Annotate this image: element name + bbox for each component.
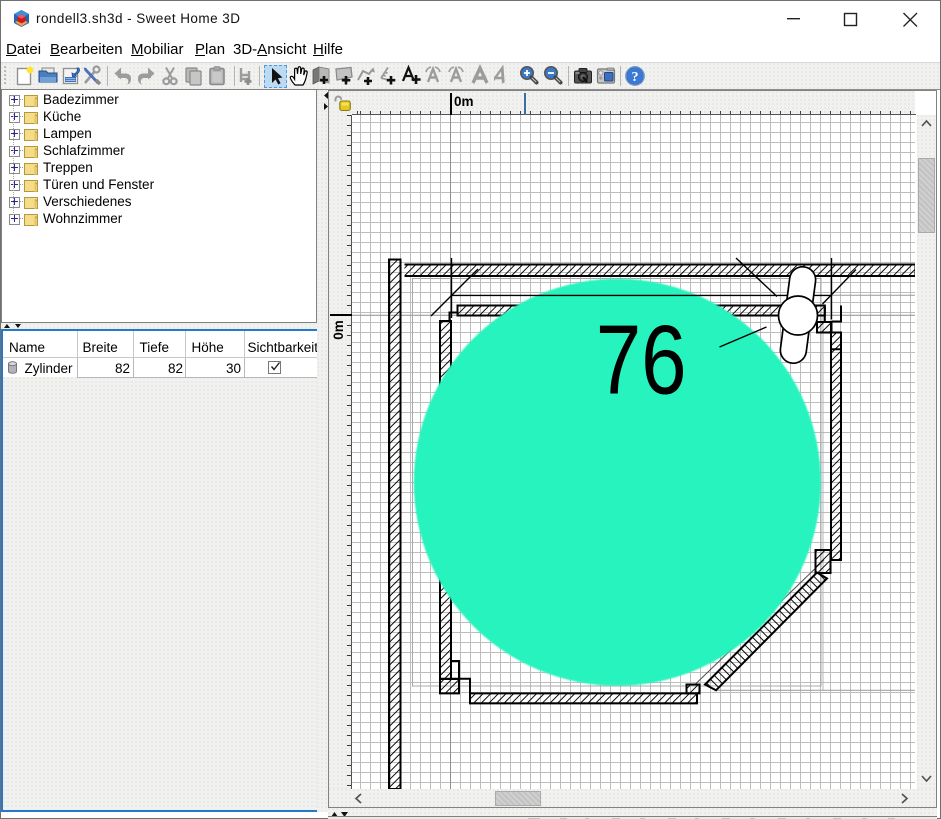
svg-text:76: 76 bbox=[596, 304, 687, 414]
svg-text:?: ? bbox=[631, 70, 638, 85]
